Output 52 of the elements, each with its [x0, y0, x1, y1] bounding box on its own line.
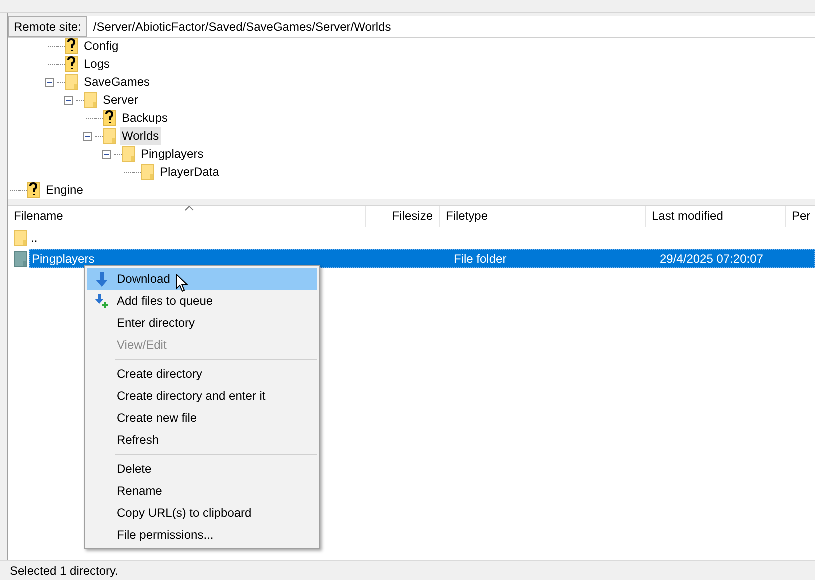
menu-item[interactable]: Download	[87, 268, 317, 290]
table-cell-text: 29/4/2025 07:20:07	[659, 250, 764, 268]
menu-item[interactable]: Copy URL(s) to clipboard	[87, 502, 317, 524]
menu-item[interactable]: Enter directory	[87, 312, 317, 334]
menu-item[interactable]: Refresh	[87, 429, 317, 451]
column-header[interactable]: Filesize	[366, 206, 440, 227]
tree-item[interactable]: Worlds	[120, 127, 162, 145]
table-cell-text: ..	[30, 230, 39, 246]
menu-item[interactable]: Create directory	[87, 363, 317, 385]
collapse-toggle[interactable]	[102, 150, 111, 158]
file-row[interactable]: Pingplayers File folder 29/4/2025 07:20:07	[29, 249, 815, 268]
collapse-toggle[interactable]	[64, 96, 73, 104]
folder-icon	[122, 146, 135, 162]
collapse-toggle[interactable]	[83, 132, 92, 140]
collapse-toggle[interactable]	[45, 78, 54, 86]
folder-icon	[141, 164, 154, 180]
tree-item[interactable]: Server	[101, 91, 140, 109]
column-header[interactable]: Filetype	[440, 206, 646, 227]
tree-item[interactable]: SaveGames	[82, 73, 152, 91]
unknown-folder-icon	[27, 182, 40, 198]
selected-folder-icon	[14, 250, 27, 266]
menu-item[interactable]: Delete	[87, 458, 317, 480]
menu-item[interactable]: Create directory and enter it	[87, 385, 317, 407]
menu-item[interactable]: Rename	[87, 480, 317, 502]
path-field[interactable]: /Server/AbioticFactor/Saved/SaveGames/Server/Worlds	[87, 16, 815, 37]
menu-item[interactable]: Add files to queue	[87, 290, 317, 312]
column-header[interactable]: Last modified	[646, 206, 786, 227]
remote-site-label: Remote site:	[8, 16, 88, 37]
tree-item[interactable]: Backups	[120, 109, 170, 127]
folder-icon	[65, 74, 78, 90]
column-header[interactable]: Filename	[8, 206, 366, 227]
mouse-cursor-icon	[176, 274, 188, 293]
menu-item[interactable]: Create new file	[87, 407, 317, 429]
table-cell-text: Pingplayers	[31, 250, 96, 268]
table-cell-text: File folder	[453, 250, 508, 268]
unknown-folder-icon	[65, 38, 78, 54]
tree-item[interactable]: Pingplayers	[139, 145, 206, 163]
menu-item[interactable]: File permissions...	[87, 524, 317, 546]
tree-item[interactable]: Logs	[82, 55, 112, 73]
tree-item[interactable]: PlayerData	[158, 163, 222, 181]
file-row[interactable]: ..	[29, 228, 815, 247]
folder-icon	[103, 128, 116, 144]
folder-icon	[14, 230, 27, 246]
unknown-folder-icon	[65, 56, 78, 72]
folder-icon	[84, 92, 97, 108]
tree-item[interactable]: Config	[82, 38, 121, 55]
unknown-folder-icon	[103, 110, 116, 126]
down-arrow-plus-icon	[94, 294, 110, 308]
column-header[interactable]: Per	[786, 206, 815, 227]
status-text: Selected 1 directory.	[10, 562, 118, 580]
down-arrow-icon	[96, 272, 108, 286]
tree-item[interactable]: Engine	[44, 181, 86, 199]
